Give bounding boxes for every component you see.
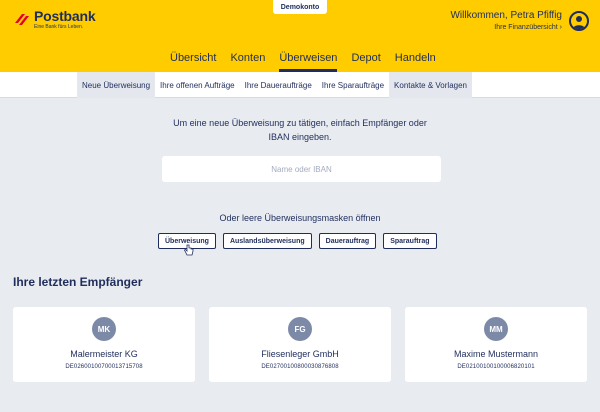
nav-handeln[interactable]: Handeln (395, 52, 436, 72)
postbank-logo-icon (14, 11, 30, 27)
masks-label: Oder leere Überweisungsmasken öffnen (219, 213, 381, 223)
welcome-text: Willkommen, Petra Pfiffig (450, 10, 562, 21)
finance-overview-link-label: Ihre Finanzübersicht (494, 24, 558, 31)
nav-ueberweisen[interactable]: Überweisen (279, 52, 338, 72)
brand-tagline: Eine Bank fürs Leben. (34, 24, 84, 30)
recent-recipients-title: Ihre letzten Empfänger (13, 275, 143, 289)
recipient-name: Malermeister KG (70, 349, 138, 359)
finance-overview-link[interactable]: Ihre Finanzübersicht › (450, 24, 562, 31)
tab-dauerauftraege[interactable]: Ihre Daueraufträge (240, 72, 317, 98)
recent-recipients-list: MK Malermeister KG DE0260010070001371570… (13, 307, 587, 382)
recipient-iban: DE02100100100006820101 (457, 364, 535, 370)
auslandsueberweisung-button[interactable]: Auslandsüberweisung (222, 233, 312, 249)
sub-navigation: Neue Überweisung Ihre offenen Aufträge I… (0, 72, 600, 98)
recipient-card[interactable]: MM Maxime Mustermann DE02100100100006820… (405, 307, 587, 382)
hand-cursor-icon (184, 244, 194, 258)
recipient-iban: DE02600100700013715708 (65, 364, 143, 370)
recipient-avatar: MK (92, 317, 116, 341)
brand-name: Postbank (34, 8, 96, 24)
nav-depot[interactable]: Depot (351, 52, 380, 72)
mask-buttons: Überweisung Auslandsüberweisung Dauerauf… (158, 233, 437, 249)
header: Postbank Eine Bank fürs Leben. Demokonto… (0, 0, 600, 72)
demo-account-badge: Demokonto (273, 0, 327, 14)
main-navigation: Übersicht Konten Überweisen Depot Handel… (170, 52, 436, 72)
intro-line-1: Um eine neue Überweisung zu tätigen, ein… (173, 118, 427, 128)
welcome-block: Willkommen, Petra Pfiffig Ihre Finanzübe… (450, 10, 562, 31)
recipient-name: Maxime Mustermann (453, 349, 539, 359)
recipient-card[interactable]: MK Malermeister KG DE0260010070001371570… (13, 307, 195, 382)
nav-uebersicht[interactable]: Übersicht (170, 52, 216, 72)
recipient-iban: DE02700100800030876808 (261, 364, 339, 370)
tab-offene-auftraege[interactable]: Ihre offenen Aufträge (155, 72, 240, 98)
nav-konten[interactable]: Konten (230, 52, 265, 72)
recipient-search-input[interactable] (162, 156, 441, 182)
tab-neue-ueberweisung[interactable]: Neue Überweisung (77, 72, 156, 98)
recipient-name: Fliesenleger GmbH (261, 349, 339, 359)
user-avatar-icon[interactable] (569, 11, 589, 31)
postbank-logo[interactable]: Postbank Eine Bank fürs Leben. (14, 8, 96, 30)
chevron-right-icon: › (559, 24, 562, 31)
sparauftrag-button[interactable]: Sparauftrag (383, 233, 437, 249)
intro-line-2: IBAN eingeben. (268, 132, 332, 142)
recipient-card[interactable]: FG Fliesenleger GmbH DE02700100800030876… (209, 307, 391, 382)
recipient-avatar: FG (288, 317, 312, 341)
tab-kontakte-vorlagen[interactable]: Kontakte & Vorlagen (389, 72, 472, 98)
dauerauftrag-button[interactable]: Dauerauftrag (318, 233, 377, 249)
intro-text: Um eine neue Überweisung zu tätigen, ein… (0, 116, 600, 144)
recipient-avatar: MM (484, 317, 508, 341)
tab-sparauftraege[interactable]: Ihre Sparaufträge (317, 72, 389, 98)
